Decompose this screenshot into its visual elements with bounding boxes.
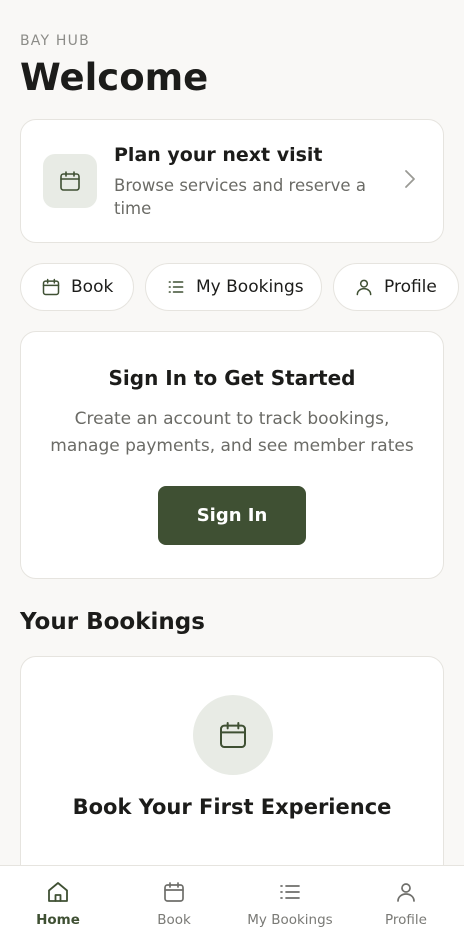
quick-action-label: Book [71, 277, 114, 297]
nav-item-book[interactable]: Book [116, 866, 232, 952]
calendar-icon [42, 278, 60, 296]
plan-icon-container [43, 154, 97, 208]
nav-label: Home [36, 912, 80, 928]
nav-item-my-bookings[interactable]: My Bookings [232, 866, 348, 952]
calendar-icon [220, 722, 246, 748]
quick-action-label: Profile [384, 277, 437, 297]
home-icon [48, 882, 68, 902]
empty-icon-container [193, 695, 273, 775]
quick-action-my-bookings[interactable]: My Bookings [145, 263, 322, 311]
list-icon [280, 885, 300, 899]
list-icon [168, 281, 184, 293]
plan-card-title: Plan your next visit [114, 144, 323, 166]
chevron-right-icon [405, 170, 415, 188]
nav-label: Book [157, 912, 191, 928]
home-screen: BAY HUB Welcome Plan your next visit Bro… [0, 0, 464, 952]
person-icon [397, 883, 415, 902]
app-name: BAY HUB [20, 33, 90, 49]
plan-card-subtitle: Browse services and reserve a time [114, 176, 366, 218]
nav-label: Profile [385, 912, 427, 928]
signin-card: Sign In to Get Started Create an account… [20, 331, 444, 579]
bottom-nav: Home Book My Bookings Profile [0, 865, 464, 952]
sign-in-button[interactable]: Sign In [158, 486, 306, 545]
calendar-icon [60, 171, 80, 191]
nav-item-home[interactable]: Home [0, 866, 116, 952]
bookings-empty-card: Book Your First Experience [20, 656, 444, 896]
nav-item-profile[interactable]: Profile [348, 866, 464, 952]
signin-title: Sign In to Get Started [108, 366, 356, 390]
quick-action-book[interactable]: Book [20, 263, 134, 311]
bookings-section-title: Your Bookings [20, 609, 205, 635]
quick-action-profile[interactable]: Profile [333, 263, 459, 311]
quick-action-label: My Bookings [196, 277, 304, 297]
calendar-icon [164, 882, 184, 902]
person-icon [356, 279, 372, 296]
page-title: Welcome [20, 56, 209, 99]
empty-state-title: Book Your First Experience [72, 795, 392, 819]
nav-label: My Bookings [247, 912, 333, 928]
signin-description: Create an account to track bookings, man… [50, 409, 414, 456]
plan-visit-card[interactable]: Plan your next visit Browse services and… [20, 119, 444, 243]
